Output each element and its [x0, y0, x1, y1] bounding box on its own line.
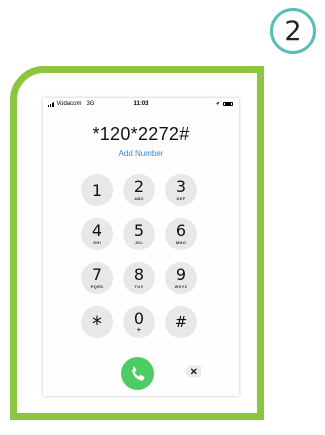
- key-digit: 8: [133, 265, 145, 284]
- key-digit: 9: [175, 265, 187, 284]
- location-arrow-icon: [215, 101, 220, 106]
- key-digit: *: [92, 312, 102, 336]
- key-letters: DEF: [176, 196, 186, 201]
- key-4[interactable]: 4 GHI: [81, 218, 113, 250]
- key-letters: MNO: [175, 240, 187, 245]
- key-letters: ABC: [134, 196, 144, 201]
- status-icons: [215, 101, 233, 106]
- key-6[interactable]: 6 MNO: [165, 218, 197, 250]
- key-letters: WXYZ: [174, 284, 188, 289]
- key-5[interactable]: 5 JKL: [123, 218, 155, 250]
- status-bar: Vodacom 3G 11:03: [43, 98, 239, 112]
- key-letters: JKL: [134, 240, 144, 245]
- key-9[interactable]: 9 WXYZ: [165, 262, 197, 294]
- key-digit: 7: [91, 265, 103, 284]
- key-digit: 2: [133, 177, 145, 196]
- key-digit: 5: [133, 221, 145, 240]
- step-number: 2: [284, 15, 302, 47]
- delete-button[interactable]: [183, 364, 202, 379]
- key-hash[interactable]: #: [165, 306, 197, 338]
- key-7[interactable]: 7 PQRS: [81, 262, 113, 294]
- key-letters: TUV: [134, 284, 144, 289]
- key-0[interactable]: 0 +: [123, 306, 155, 338]
- dialed-number: *120*2272#: [92, 124, 190, 144]
- key-letters: GHI: [92, 240, 101, 245]
- key-digit: 1: [91, 181, 103, 200]
- backspace-icon: [184, 365, 201, 378]
- key-2[interactable]: 2 ABC: [123, 174, 155, 206]
- battery-icon: [223, 101, 233, 106]
- add-number-link[interactable]: Add Number: [43, 149, 239, 158]
- key-8[interactable]: 8 TUV: [123, 262, 155, 294]
- step-number-badge: 2: [270, 8, 316, 54]
- key-digit: #: [174, 313, 188, 331]
- phone-screen: Vodacom 3G 11:03 *120*2272# Add Number 1…: [43, 98, 239, 396]
- key-digit: 0: [133, 309, 145, 328]
- key-star[interactable]: *: [81, 306, 113, 338]
- status-time: 11:03: [133, 101, 149, 107]
- call-button[interactable]: [121, 357, 154, 390]
- key-letters: +: [136, 327, 142, 334]
- phone-call-icon: [132, 366, 145, 381]
- key-letters: PQRS: [90, 284, 104, 289]
- key-3[interactable]: 3 DEF: [165, 174, 197, 206]
- key-1[interactable]: 1: [81, 174, 113, 206]
- key-digit: 4: [91, 221, 103, 240]
- key-digit: 6: [175, 221, 187, 240]
- key-digit: 3: [175, 177, 187, 196]
